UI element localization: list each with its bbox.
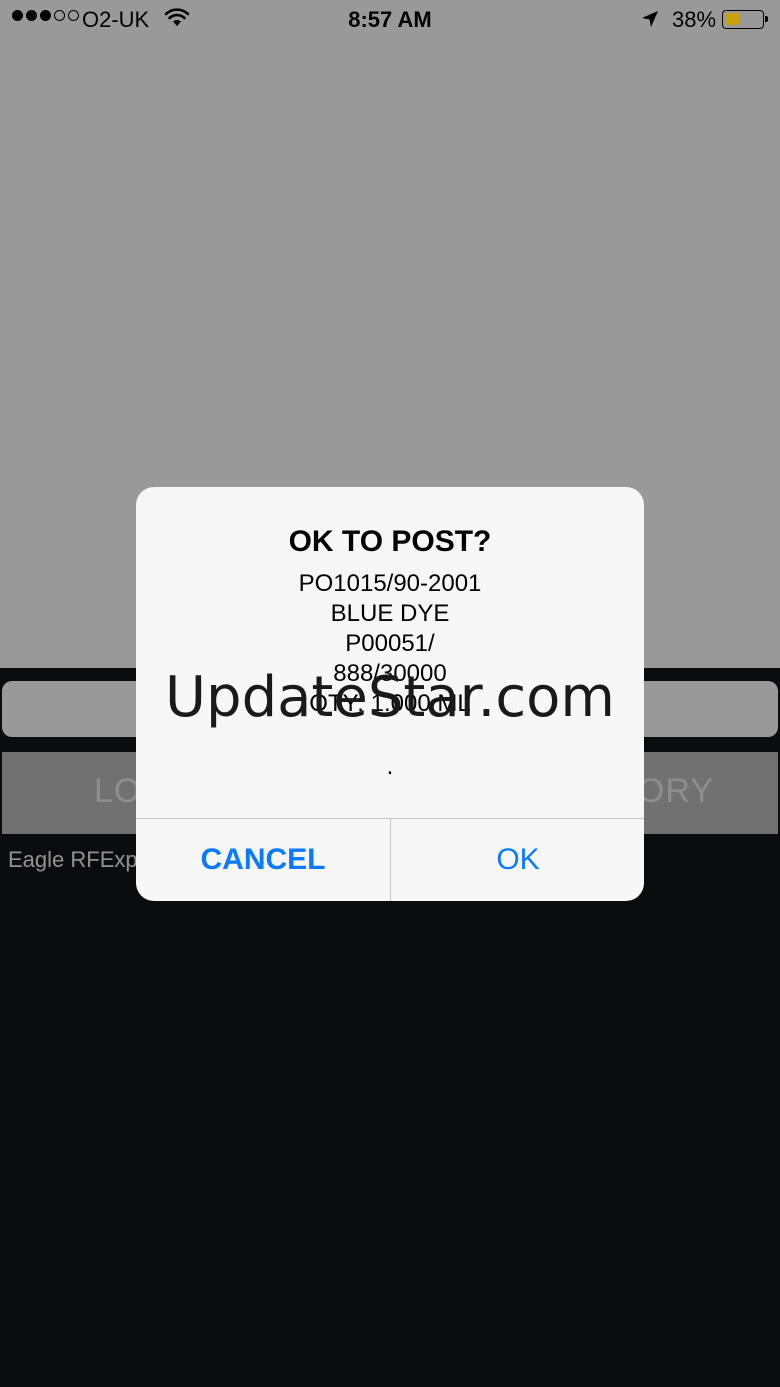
- ok-button[interactable]: OK: [391, 819, 644, 901]
- message-line-item: BLUE DYE: [330, 600, 450, 627]
- dialog-title: OK TO POST?: [288, 525, 492, 558]
- battery-percent: 38%: [672, 7, 717, 32]
- message-dot: .: [386, 753, 394, 780]
- message-line-po: PO1015/90-2001: [298, 570, 482, 597]
- watermark-text: UpdateStar.com: [165, 665, 615, 730]
- battery-icon: [722, 10, 768, 29]
- clock-time: 8:57 AM: [348, 7, 432, 32]
- location-arrow-icon: [640, 9, 660, 35]
- cancel-button[interactable]: CANCEL: [136, 819, 390, 901]
- message-line-lot: P00051/: [345, 630, 435, 657]
- battery-level-fill: [725, 13, 739, 25]
- screen: LO ORY Eagle RFExp O2-UK 8:57 AM 38% OK …: [0, 0, 780, 1387]
- status-bar: O2-UK 8:57 AM 38%: [0, 0, 780, 40]
